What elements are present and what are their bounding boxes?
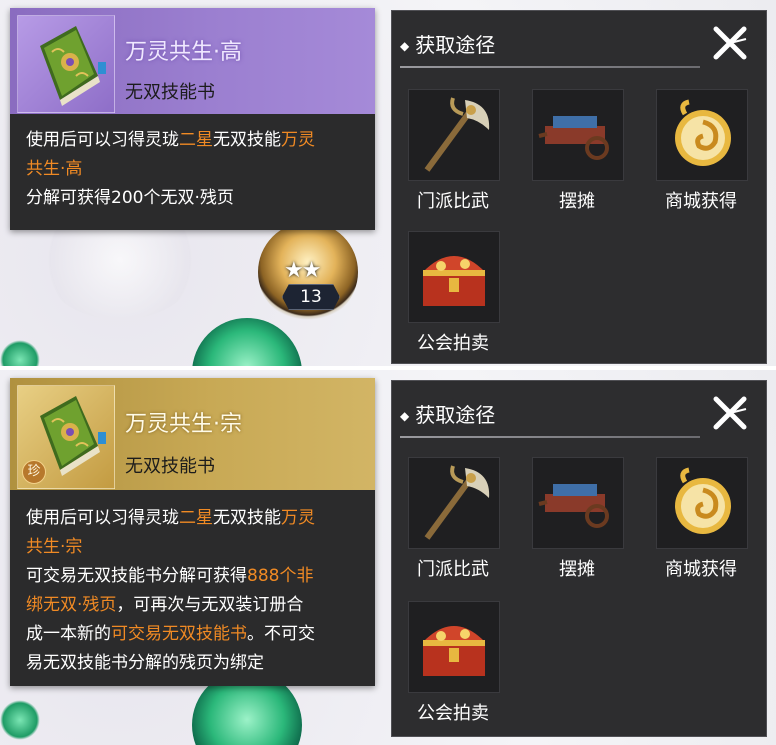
skill-node-orb[interactable] bbox=[0, 700, 40, 740]
description-highlight: 共生·高 bbox=[26, 159, 83, 179]
description-line: 共生·高 bbox=[26, 155, 359, 184]
skill-level-badge: 13 bbox=[282, 284, 340, 310]
source-label: 摆摊 bbox=[559, 191, 595, 212]
item-name-main: 万灵共生 bbox=[125, 412, 214, 437]
description-line: 绑无双·残页，可再次与无双装订册合 bbox=[26, 591, 359, 620]
acquire-title-text: 获取途径 bbox=[415, 33, 496, 57]
acquire-title: ◆ 获取途径 bbox=[400, 399, 495, 428]
source-icon-box[interactable] bbox=[408, 457, 500, 549]
description-line: 分解可获得200个无双·残页 bbox=[26, 188, 234, 208]
source-icon-box[interactable] bbox=[408, 89, 500, 181]
item-name: 万灵共生·高 bbox=[125, 34, 242, 66]
description-highlight: 888个非 bbox=[247, 566, 314, 586]
source-sect-tournament[interactable]: 门派比武 bbox=[408, 457, 500, 581]
item-type: 无双技能书 bbox=[125, 456, 215, 477]
description-highlight: 万灵 bbox=[281, 508, 315, 528]
top-panel: ★★ 13 万灵共生·高 无双技能书 使用后可以习得灵珑二星无双技能万灵 共生·… bbox=[0, 0, 776, 368]
description-line: 使用后可以习得灵珑二星无双技能万灵 bbox=[26, 504, 359, 533]
close-icon[interactable] bbox=[712, 395, 748, 431]
acquire-title-text: 获取途径 bbox=[415, 403, 496, 427]
acquire-title: ◆ 获取途径 bbox=[400, 29, 495, 58]
source-icon-box[interactable] bbox=[408, 231, 500, 323]
description-highlight: 共生·宗 bbox=[26, 537, 83, 557]
source-label: 商城获得 bbox=[665, 559, 737, 580]
item-header: 万灵共生·高 无双技能书 bbox=[10, 8, 375, 114]
description-highlight: 二星 bbox=[179, 508, 213, 528]
description-text: 可交易无双技能书分解可获得 bbox=[26, 566, 247, 586]
description-text: 使用后可以习得灵珑 bbox=[26, 508, 179, 528]
source-label: 商城获得 bbox=[665, 191, 737, 212]
axe-weapon-icon bbox=[424, 465, 490, 540]
skill-book-icon bbox=[40, 26, 106, 106]
item-description: 使用后可以习得灵珑二星无双技能万灵 共生·高 分解可获得200个无双·残页 bbox=[10, 114, 375, 225]
source-label: 门派比武 bbox=[417, 191, 489, 212]
description-highlight: 可交易无双技能书 bbox=[111, 624, 247, 644]
item-tooltip-card: 万灵共生·高 无双技能书 使用后可以习得灵珑二星无双技能万灵 共生·高 分解可获… bbox=[10, 8, 375, 230]
item-name: 万灵共生·宗 bbox=[125, 406, 242, 438]
description-highlight: 绑无双·残页 bbox=[26, 595, 117, 615]
star-rating-icon: ★★ bbox=[284, 258, 321, 283]
item-icon-frame bbox=[17, 15, 115, 113]
description-text: 使用后可以习得灵珑 bbox=[26, 130, 179, 150]
source-mall[interactable]: 商城获得 bbox=[656, 89, 748, 213]
item-type: 无双技能书 bbox=[125, 82, 215, 103]
item-name-grade: ·高 bbox=[213, 40, 243, 65]
gold-swirl-coin-icon bbox=[675, 99, 731, 166]
source-icon-box[interactable] bbox=[656, 89, 748, 181]
description-line: 易无双技能书分解的残页为绑定 bbox=[26, 653, 264, 673]
gold-swirl-coin-icon bbox=[675, 467, 731, 534]
diamond-bullet-icon: ◆ bbox=[400, 409, 410, 423]
source-icon-box[interactable] bbox=[532, 457, 624, 549]
title-divider bbox=[400, 66, 700, 68]
item-header: 珍 万灵共生·宗 无双技能书 bbox=[10, 378, 375, 490]
item-tooltip-card: 珍 万灵共生·宗 无双技能书 使用后可以习得灵珑二星无双技能万灵 共生·宗 可交… bbox=[10, 378, 375, 686]
treasure-chest-icon bbox=[423, 256, 485, 306]
source-guild-auction[interactable]: 公会拍卖 bbox=[408, 231, 500, 355]
item-name-grade: ·宗 bbox=[213, 412, 243, 437]
description-text: 成一本新的 bbox=[26, 624, 111, 644]
treasure-chest-icon bbox=[423, 626, 485, 676]
item-description: 使用后可以习得灵珑二星无双技能万灵 共生·宗 可交易无双技能书分解可获得888个… bbox=[10, 490, 375, 690]
source-vendor-stall[interactable]: 摆摊 bbox=[532, 457, 624, 581]
bottom-panel: 珍 万灵共生·宗 无双技能书 使用后可以习得灵珑二星无双技能万灵 共生·宗 可交… bbox=[0, 370, 776, 745]
title-divider bbox=[400, 436, 700, 438]
acquire-panel: ◆ 获取途径 门派比武 摆摊 商城获得 公会拍卖 bbox=[391, 380, 767, 737]
source-label: 公会拍卖 bbox=[417, 703, 489, 724]
description-text: 。不可交 bbox=[247, 624, 315, 644]
source-guild-auction[interactable]: 公会拍卖 bbox=[408, 601, 500, 725]
description-highlight: 万灵 bbox=[281, 130, 315, 150]
description-text: 无双技能 bbox=[213, 130, 281, 150]
axe-weapon-icon bbox=[424, 97, 490, 172]
source-icon-box[interactable] bbox=[408, 601, 500, 693]
item-icon-frame: 珍 bbox=[17, 385, 115, 489]
description-line: 可交易无双技能书分解可获得888个非 bbox=[26, 562, 359, 591]
source-vendor-stall[interactable]: 摆摊 bbox=[532, 89, 624, 213]
rarity-badge: 珍 bbox=[22, 460, 46, 484]
source-sect-tournament[interactable]: 门派比武 bbox=[408, 89, 500, 213]
description-line: 共生·宗 bbox=[26, 533, 359, 562]
diamond-bullet-icon: ◆ bbox=[400, 39, 410, 53]
description-highlight: 二星 bbox=[179, 130, 213, 150]
source-icon-box[interactable] bbox=[656, 457, 748, 549]
description-line: 使用后可以习得灵珑二星无双技能万灵 bbox=[26, 126, 359, 155]
item-name-main: 万灵共生 bbox=[125, 40, 214, 65]
source-label: 门派比武 bbox=[417, 559, 489, 580]
acquire-panel: ◆ 获取途径 门派比武 摆摊 商城获得 公会拍卖 bbox=[391, 10, 767, 364]
close-icon[interactable] bbox=[712, 25, 748, 61]
vendor-cart-icon bbox=[538, 484, 609, 528]
source-label: 公会拍卖 bbox=[417, 333, 489, 354]
source-mall[interactable]: 商城获得 bbox=[656, 457, 748, 581]
source-label: 摆摊 bbox=[559, 559, 595, 580]
description-text: ，可再次与无双装订册合 bbox=[116, 595, 304, 615]
vendor-cart-icon bbox=[538, 116, 609, 160]
description-line: 成一本新的可交易无双技能书。不可交 bbox=[26, 620, 359, 649]
source-icon-box[interactable] bbox=[532, 89, 624, 181]
description-text: 无双技能 bbox=[213, 508, 281, 528]
